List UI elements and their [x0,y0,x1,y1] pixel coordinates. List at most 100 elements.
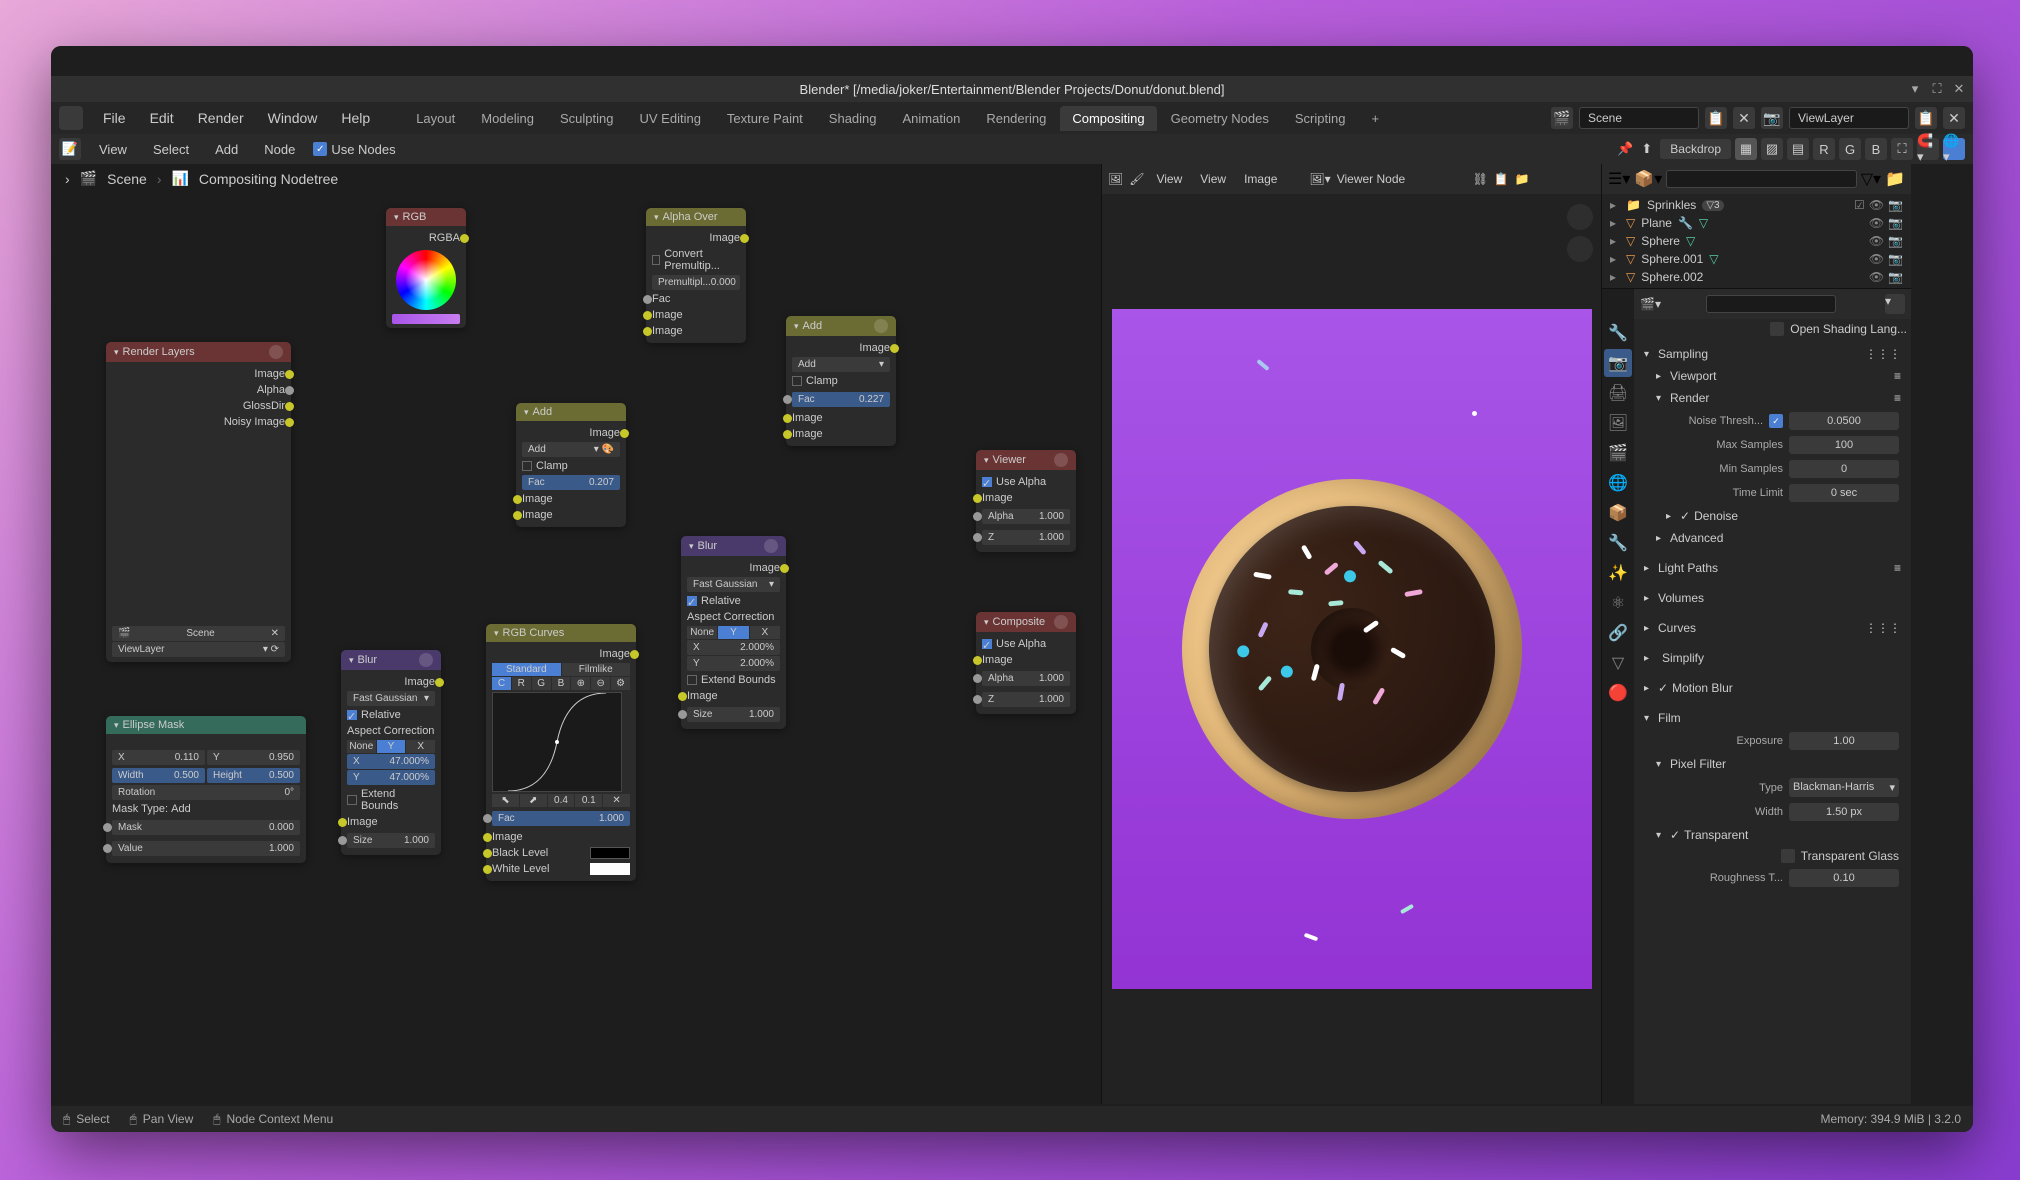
tab-sculpting[interactable]: Sculpting [548,106,625,131]
channel-rgba-icon[interactable]: ▤ [1787,138,1809,160]
camera-icon[interactable]: 📷 [1888,216,1903,230]
new-scene-icon[interactable]: 📋 [1705,107,1727,129]
max-samples-value[interactable]: 100 [1789,436,1899,454]
menu-help[interactable]: Help [331,106,380,130]
roughness-value[interactable]: 0.10 [1789,869,1899,887]
prop-search[interactable] [1706,295,1836,313]
tab-layout[interactable]: Layout [404,106,467,131]
curve-x-field[interactable]: 0.4 [548,794,575,807]
maximize-icon[interactable]: ⛶ [1929,81,1945,97]
outliner-item-plane[interactable]: ▸▽Plane🔧▽ 👁📷 [1606,214,1907,232]
noise-thresh-value[interactable]: 0.0500 [1789,412,1899,430]
section-motion-blur[interactable]: ▸✓Motion Blur [1642,677,1903,699]
section-simplify[interactable]: ▸Simplify [1642,647,1903,669]
img-view[interactable]: View [1194,172,1232,186]
scene-field[interactable]: 🎬Scene✕ [112,626,285,641]
breadcrumb-scene[interactable]: Scene [107,171,147,187]
color-wheel[interactable] [396,250,456,310]
section-pixel-filter[interactable]: ▾Pixel Filter [1642,753,1903,775]
denoise-checkbox[interactable]: ✓ [1680,509,1690,523]
motion-blur-checkbox[interactable]: ✓ [1658,681,1668,695]
overlay-icon[interactable]: 🌐▾ [1943,138,1965,160]
channel-g-icon[interactable]: G [1839,138,1861,160]
nt-view[interactable]: View [91,139,135,160]
node-editor[interactable]: › 🎬 Scene › 📊 Compositing Nodetree [51,164,1101,1104]
eye-icon[interactable]: 👁 [1869,252,1884,266]
osl-checkbox[interactable] [1770,322,1784,336]
tab-scene-icon[interactable]: 🎬 [1604,439,1632,467]
channel-b-icon[interactable]: B [1865,138,1887,160]
tab-constraint-icon[interactable]: 🔗 [1604,619,1632,647]
blender-logo-icon[interactable] [59,106,83,130]
section-render[interactable]: ▾Render≡ [1642,387,1903,409]
tab-uv[interactable]: UV Editing [628,106,713,131]
outliner-item-sphere[interactable]: ▸▽Sphere▽ 👁📷 [1606,232,1907,250]
tab-scripting[interactable]: Scripting [1283,106,1358,131]
outliner-search[interactable] [1666,170,1856,188]
tab-particle-icon[interactable]: ✨ [1604,559,1632,587]
color-swatch[interactable] [392,314,460,324]
node-blur-1[interactable]: ▾Blur Image Fast Gaussian▾ ✓Relative Asp… [341,650,441,855]
fit-icon[interactable]: ⛶ [1891,138,1913,160]
tab-shading[interactable]: Shading [817,106,889,131]
delete-viewlayer-icon[interactable]: ✕ [1943,107,1965,129]
parent-tree-icon[interactable]: ⬆ [1637,141,1656,157]
transparent-glass-checkbox[interactable] [1781,849,1795,863]
menu-window[interactable]: Window [258,106,328,130]
prop-engine-icon[interactable]: 🎬▾ [1640,297,1661,311]
section-light-paths[interactable]: ▸Light Paths≡ [1642,557,1903,579]
minimize-icon[interactable]: ▾ [1907,81,1923,97]
img-open-icon[interactable]: 📁 [1515,172,1530,186]
pan-icon[interactable] [1567,236,1593,262]
layer-field[interactable]: ViewLayer▾ ⟳ [112,642,285,657]
outliner-item-sphere-002[interactable]: ▸▽Sphere.002 👁📷 [1606,268,1907,286]
tab-modifier-icon[interactable]: 🔧 [1604,529,1632,557]
image-viewport[interactable] [1102,194,1601,1104]
tab-data-icon[interactable]: ▽ [1604,649,1632,677]
camera-icon[interactable]: 📷 [1888,234,1903,248]
channel-r-icon[interactable]: R [1813,138,1835,160]
blur-method-field[interactable]: Fast Gaussian▾ [347,691,435,706]
node-render-layers[interactable]: ▾Render Layers Image Alpha GlossDir Nois… [106,342,291,662]
node-add-1[interactable]: ▾Add Image Add▾ 🎨 Clamp Fac0.207 Image I… [516,403,626,527]
section-advanced[interactable]: ▸Advanced [1642,527,1903,549]
tab-material-icon[interactable]: 🔴 [1604,679,1632,707]
section-viewport[interactable]: ▸Viewport≡ [1642,365,1903,387]
zoom-icon[interactable] [1567,204,1593,230]
menu-render[interactable]: Render [188,106,254,130]
node-viewer[interactable]: ▾Viewer ✓Use Alpha Image Alpha1.000 Z1.0… [976,450,1076,552]
tab-viewlayer-icon[interactable]: 🖼 [1604,409,1632,437]
blend-mode-field[interactable]: Add▾ 🎨 [522,442,620,457]
tab-object-icon[interactable]: 📦 [1604,499,1632,527]
tab-world-icon[interactable]: 🌐 [1604,469,1632,497]
tab-texture[interactable]: Texture Paint [715,106,815,131]
img-unlink-icon[interactable]: ⛓ [1473,172,1488,186]
outliner-item-sphere-001[interactable]: ▸▽Sphere.001▽ 👁📷 [1606,250,1907,268]
checkbox-icon[interactable]: ☑ [1854,198,1865,212]
img-browse-icon[interactable]: 🖼▾ [1309,172,1330,186]
eye-icon[interactable]: 👁 [1869,234,1884,248]
blur2-method-field[interactable]: Fast Gaussian▾ [687,577,780,592]
editor-type-icon[interactable]: 📝 [59,138,81,160]
new-viewlayer-icon[interactable]: 📋 [1915,107,1937,129]
new-collection-icon[interactable]: 📁 [1885,169,1905,189]
camera-icon[interactable]: 📷 [1888,270,1903,284]
node-ellipse-mask[interactable]: ▾Ellipse Mask X0.110Y0.950 Width0.500Hei… [106,716,306,863]
eye-icon[interactable]: 👁 [1869,198,1884,212]
exposure-value[interactable]: 1.00 [1789,732,1899,750]
prop-options-icon[interactable]: ▾ [1885,294,1905,314]
breadcrumb-tree[interactable]: Compositing Nodetree [199,171,338,187]
section-sampling[interactable]: ▾Sampling⋮⋮⋮ [1642,343,1903,365]
render-preview-icon[interactable] [269,345,283,359]
curve-y-field[interactable]: 0.1 [575,794,602,807]
node-add-2[interactable]: ▾Add Image Add▾ Clamp Fac0.227 Image Ima… [786,316,896,446]
tab-geometry[interactable]: Geometry Nodes [1159,106,1281,131]
img-editor-type-icon[interactable]: 🖼 [1108,172,1123,186]
tab-output-icon[interactable]: 🖨 [1604,379,1632,407]
node-rgb[interactable]: ▾RGB RGBA [386,208,466,328]
camera-icon[interactable]: 📷 [1888,198,1903,212]
time-limit-value[interactable]: 0 sec [1789,484,1899,502]
section-curves[interactable]: ▸Curves⋮⋮⋮ [1642,617,1903,639]
filter-type-value[interactable]: Blackman-Harris▾ [1789,778,1899,797]
outliner-item-sprinkles[interactable]: ▸📁Sprinkles▽3 ☑👁📷 [1606,196,1907,214]
